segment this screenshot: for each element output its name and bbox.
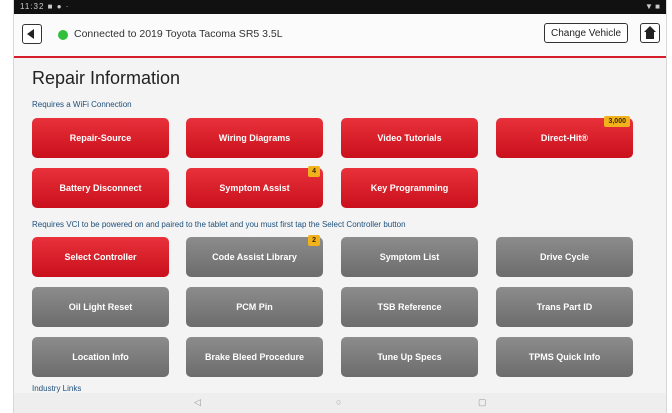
tile-video-tutorials[interactable]: Video Tutorials [341,118,478,158]
tile-key-programming[interactable]: Key Programming [341,168,478,208]
tile-tsb-reference[interactable]: TSB Reference [341,287,478,327]
home-icon-body [646,32,654,39]
status-bar-right: ▼ ■ [645,2,660,11]
tile-battery-disconnect[interactable]: Battery Disconnect [32,168,169,208]
tile-label: Brake Bleed Procedure [204,352,305,362]
tile-label: Key Programming [370,183,449,193]
tile-label: Wiring Diagrams [218,133,291,143]
vci-section-label: Requires VCI to be powered on and paired… [32,220,406,229]
status-bar-left: 11:32 ■ ● · [20,2,70,11]
tile-code-assist-library[interactable]: Code Assist Library 2 [186,235,323,277]
status-bar: 11:32 ■ ● · ▼ ■ [14,0,666,14]
tile-label: Video Tutorials [377,133,442,143]
tablet-screen: 11:32 ■ ● · ▼ ■ Connected to 2019 Toyota… [14,0,666,413]
android-nav-bar: ◁ ○ ▢ [14,393,666,413]
nav-back-icon[interactable]: ◁ [194,397,201,408]
tile-direct-hit[interactable]: Direct-Hit® 3,000 [496,116,633,158]
tile-label: Tune Up Specs [377,352,442,362]
tile-label: Symptom List [379,252,440,262]
tile-wiring-diagrams[interactable]: Wiring Diagrams [186,118,323,158]
industry-links-label: Industry Links [32,384,82,393]
tile-symptom-list[interactable]: Symptom List [341,237,478,277]
tile-tune-up-specs[interactable]: Tune Up Specs [341,337,478,377]
home-button[interactable] [640,23,660,43]
tile-label: Trans Part ID [536,302,593,312]
count-badge: 3,000 [604,116,630,127]
connection-status-text: Connected to 2019 Toyota Tacoma SR5 3.5L [74,28,283,40]
tile-brake-bleed-procedure[interactable]: Brake Bleed Procedure [186,337,323,377]
tile-label: Symptom Assist [219,183,290,193]
top-bar: Connected to 2019 Toyota Tacoma SR5 3.5L… [14,14,666,58]
tile-label: Location Info [72,352,129,362]
page-title: Repair Information [32,68,181,88]
tile-oil-light-reset[interactable]: Oil Light Reset [32,287,169,327]
tile-label: TPMS Quick Info [528,352,601,362]
tile-trans-part-id[interactable]: Trans Part ID [496,287,633,327]
tile-drive-cycle[interactable]: Drive Cycle [496,237,633,277]
tile-label: Drive Cycle [539,252,590,262]
tile-repair-source[interactable]: Repair-Source [32,118,169,158]
change-vehicle-button[interactable]: Change Vehicle [544,23,629,43]
wifi-section-label: Requires a WiFi Connection [32,100,132,109]
tile-label: Direct-Hit® [540,133,589,143]
repair-info-content: Repair Information Requires a WiFi Conne… [14,58,666,393]
count-badge: 2 [308,235,320,246]
tile-label: PCM Pin [236,302,273,312]
tile-select-controller[interactable]: Select Controller [32,237,169,277]
connection-status-icon [58,30,68,40]
tile-label: Repair-Source [69,133,132,143]
nav-home-icon[interactable]: ○ [336,397,341,407]
tile-tpms-quick-info[interactable]: TPMS Quick Info [496,337,633,377]
back-button[interactable] [22,24,42,44]
tile-label: Select Controller [64,252,137,262]
tile-label: Oil Light Reset [68,302,133,312]
tile-label: Battery Disconnect [59,183,142,193]
tile-symptom-assist[interactable]: Symptom Assist 4 [186,166,323,208]
tile-label: TSB Reference [377,302,442,312]
count-badge: 4 [308,166,320,177]
tile-pcm-pin[interactable]: PCM Pin [186,287,323,327]
tile-location-info[interactable]: Location Info [32,337,169,377]
tile-label: Code Assist Library [212,252,297,262]
nav-recents-icon[interactable]: ▢ [478,397,487,408]
